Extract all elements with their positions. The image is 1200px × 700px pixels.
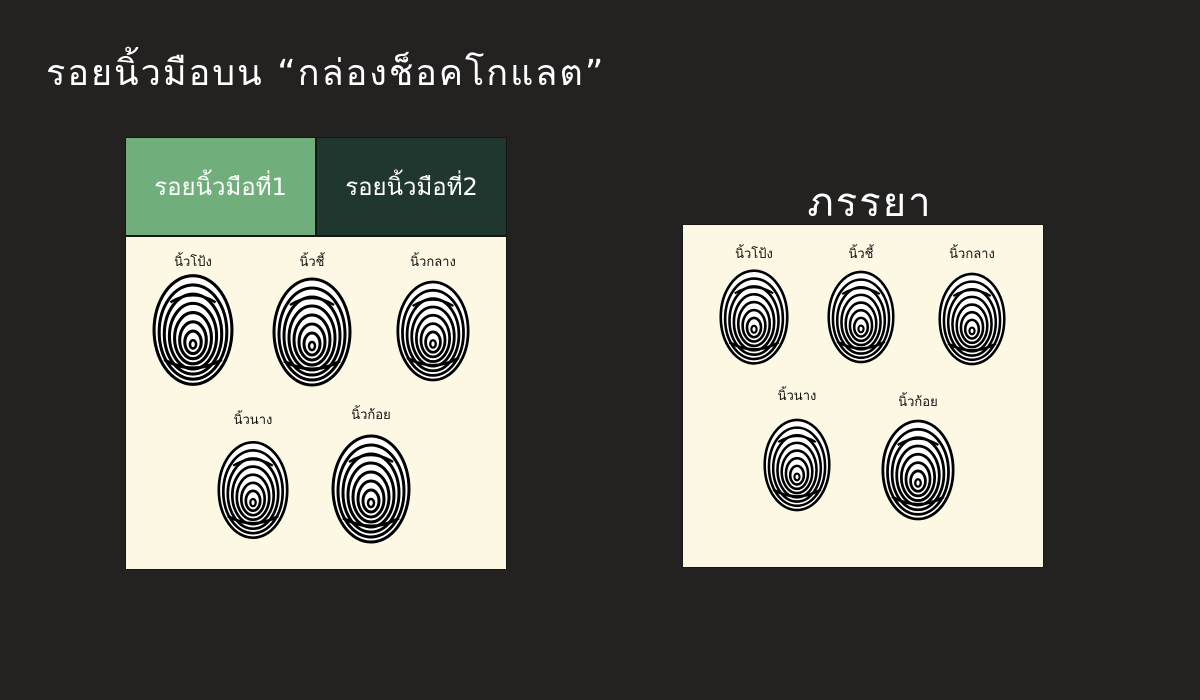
finger-middle: นิ้วกลาง	[938, 245, 1006, 373]
finger-middle: นิ้วกลาง	[396, 253, 470, 389]
fingerprint-icon	[396, 280, 470, 382]
finger-ring: นิ้วนาง	[217, 411, 289, 549]
finger-label-ring: นิ้วนาง	[777, 389, 817, 404]
fingerprint-icon	[331, 434, 411, 544]
finger-label-index: นิ้วชี้	[299, 255, 325, 270]
fingerprint-icon	[217, 440, 289, 540]
finger-label-middle: นิ้วกลาง	[410, 255, 456, 270]
finger-label-thumb: นิ้วโป้ง	[174, 255, 212, 270]
fingerprint-panel-wife: นิ้วโป้ง นิ้วชี้ นิ้วกลาง นิ้วนาง นิ้วก้…	[682, 224, 1044, 568]
finger-little: นิ้วก้อย	[331, 406, 411, 552]
fingerprint-icon	[881, 419, 955, 521]
finger-index: นิ้วชี้	[272, 253, 352, 391]
finger-little: นิ้วก้อย	[881, 393, 955, 527]
fingerprint-icon	[272, 277, 352, 387]
finger-thumb: นิ้วโป้ง	[719, 245, 789, 369]
finger-label-index: นิ้วชี้	[848, 247, 874, 262]
tab-fingerprint-2[interactable]: รอยนิ้วมือที่2	[315, 138, 506, 235]
finger-label-little: นิ้วก้อย	[898, 395, 938, 410]
finger-label-middle: นิ้วกลาง	[949, 247, 995, 262]
finger-label-ring: นิ้วนาง	[233, 413, 273, 428]
finger-ring: นิ้วนาง	[763, 387, 831, 523]
page-title: รอยนิ้วมือบน “กล่องช็อคโกแลต”	[46, 53, 606, 94]
fingerprint-icon	[938, 272, 1006, 366]
finger-index: นิ้วชี้	[827, 245, 895, 369]
slide: รอยนิ้วมือบน “กล่องช็อคโกแลต” รอยนิ้วมือ…	[0, 0, 1200, 700]
fingerprint-icon	[719, 269, 789, 365]
fingerprint-tabs: รอยนิ้วมือที่1 รอยนิ้วมือที่2	[126, 138, 506, 237]
tab-fingerprint-1[interactable]: รอยนิ้วมือที่1	[126, 138, 315, 235]
finger-label-thumb: นิ้วโป้ง	[735, 247, 773, 262]
fingerprint-icon	[827, 270, 895, 364]
fingerprint-panel-chocolate-box: รอยนิ้วมือที่1 รอยนิ้วมือที่2 นิ้วโป้ง น…	[125, 137, 507, 570]
finger-label-little: นิ้วก้อย	[351, 408, 391, 423]
finger-thumb: นิ้วโป้ง	[152, 253, 234, 387]
fingerprint-icon	[152, 274, 234, 386]
fingerprint-icon	[763, 418, 831, 512]
